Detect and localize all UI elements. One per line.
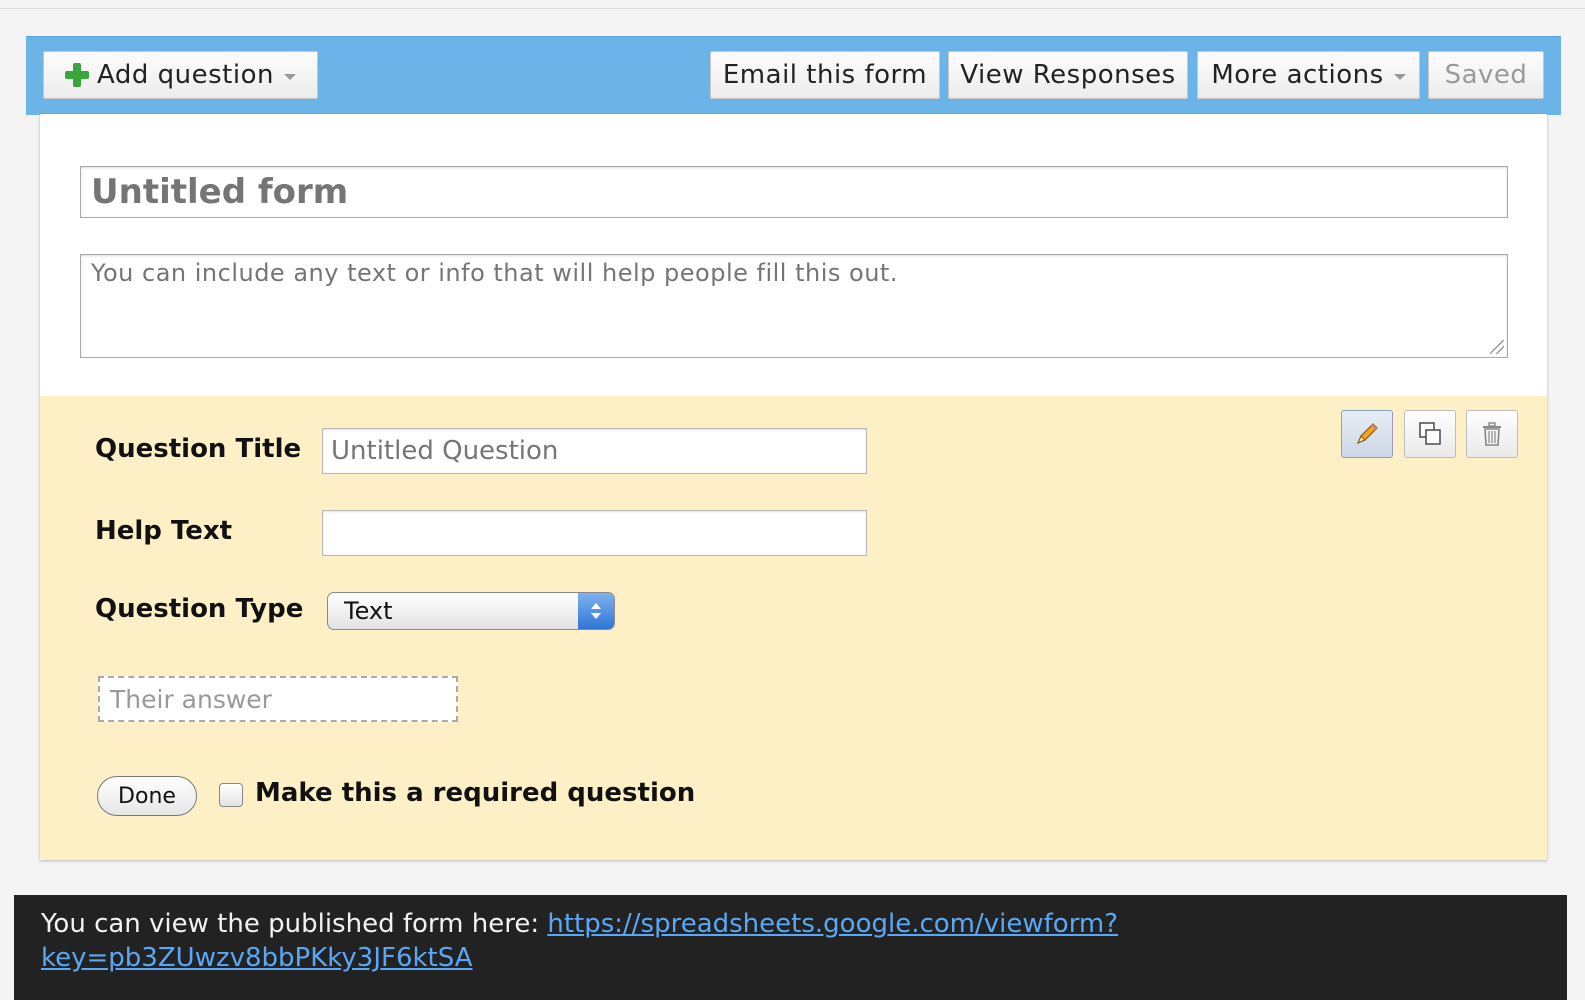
duplicate-question-button[interactable] [1404,410,1456,458]
add-question-button[interactable]: Add question [43,51,318,99]
help-text-label: Help Text [95,516,233,546]
chevron-down-icon [283,74,296,80]
help-text-input[interactable] [322,510,867,556]
form-title-input[interactable] [80,166,1508,218]
email-form-button[interactable]: Email this form [710,51,940,99]
form-description-textarea[interactable] [80,254,1508,358]
more-actions-label: More actions [1211,60,1384,90]
answer-preview-field: Their answer [98,676,458,722]
pencil-icon [1356,423,1378,445]
question-type-select[interactable]: Text [327,592,615,630]
published-form-message: You can view the published form here: ht… [41,907,1191,975]
required-checkbox[interactable] [219,783,243,807]
resize-grip-icon[interactable] [1490,340,1504,354]
form-description-wrapper [80,254,1508,358]
duplicate-icon [1419,422,1441,445]
question-title-input[interactable] [322,428,867,474]
add-question-label: Add question [97,60,274,90]
question-title-label: Question Title [95,434,302,464]
delete-question-button[interactable] [1466,410,1518,458]
plus-icon [65,63,90,87]
chevron-down-icon [1393,74,1406,80]
view-responses-button[interactable]: View Responses [948,51,1188,99]
top-divider [0,8,1585,9]
done-button[interactable]: Done [97,776,197,816]
select-arrows-icon [578,593,614,629]
published-form-prefix: You can view the published form here: [41,909,548,939]
question-editor: Question Title Help Text Question Type T… [40,396,1547,860]
question-type-value: Text [344,597,393,625]
form-editor-card: Question Title Help Text Question Type T… [40,114,1547,860]
published-form-banner: You can view the published form here: ht… [14,895,1567,1000]
saved-button[interactable]: Saved [1428,51,1544,99]
trash-icon [1483,422,1501,446]
question-type-label: Question Type [95,594,304,624]
form-toolbar: Add question Email this form View Respon… [26,36,1561,115]
edit-question-button[interactable] [1341,410,1393,458]
required-question-label: Make this a required question [255,778,696,808]
more-actions-button[interactable]: More actions [1197,51,1420,99]
